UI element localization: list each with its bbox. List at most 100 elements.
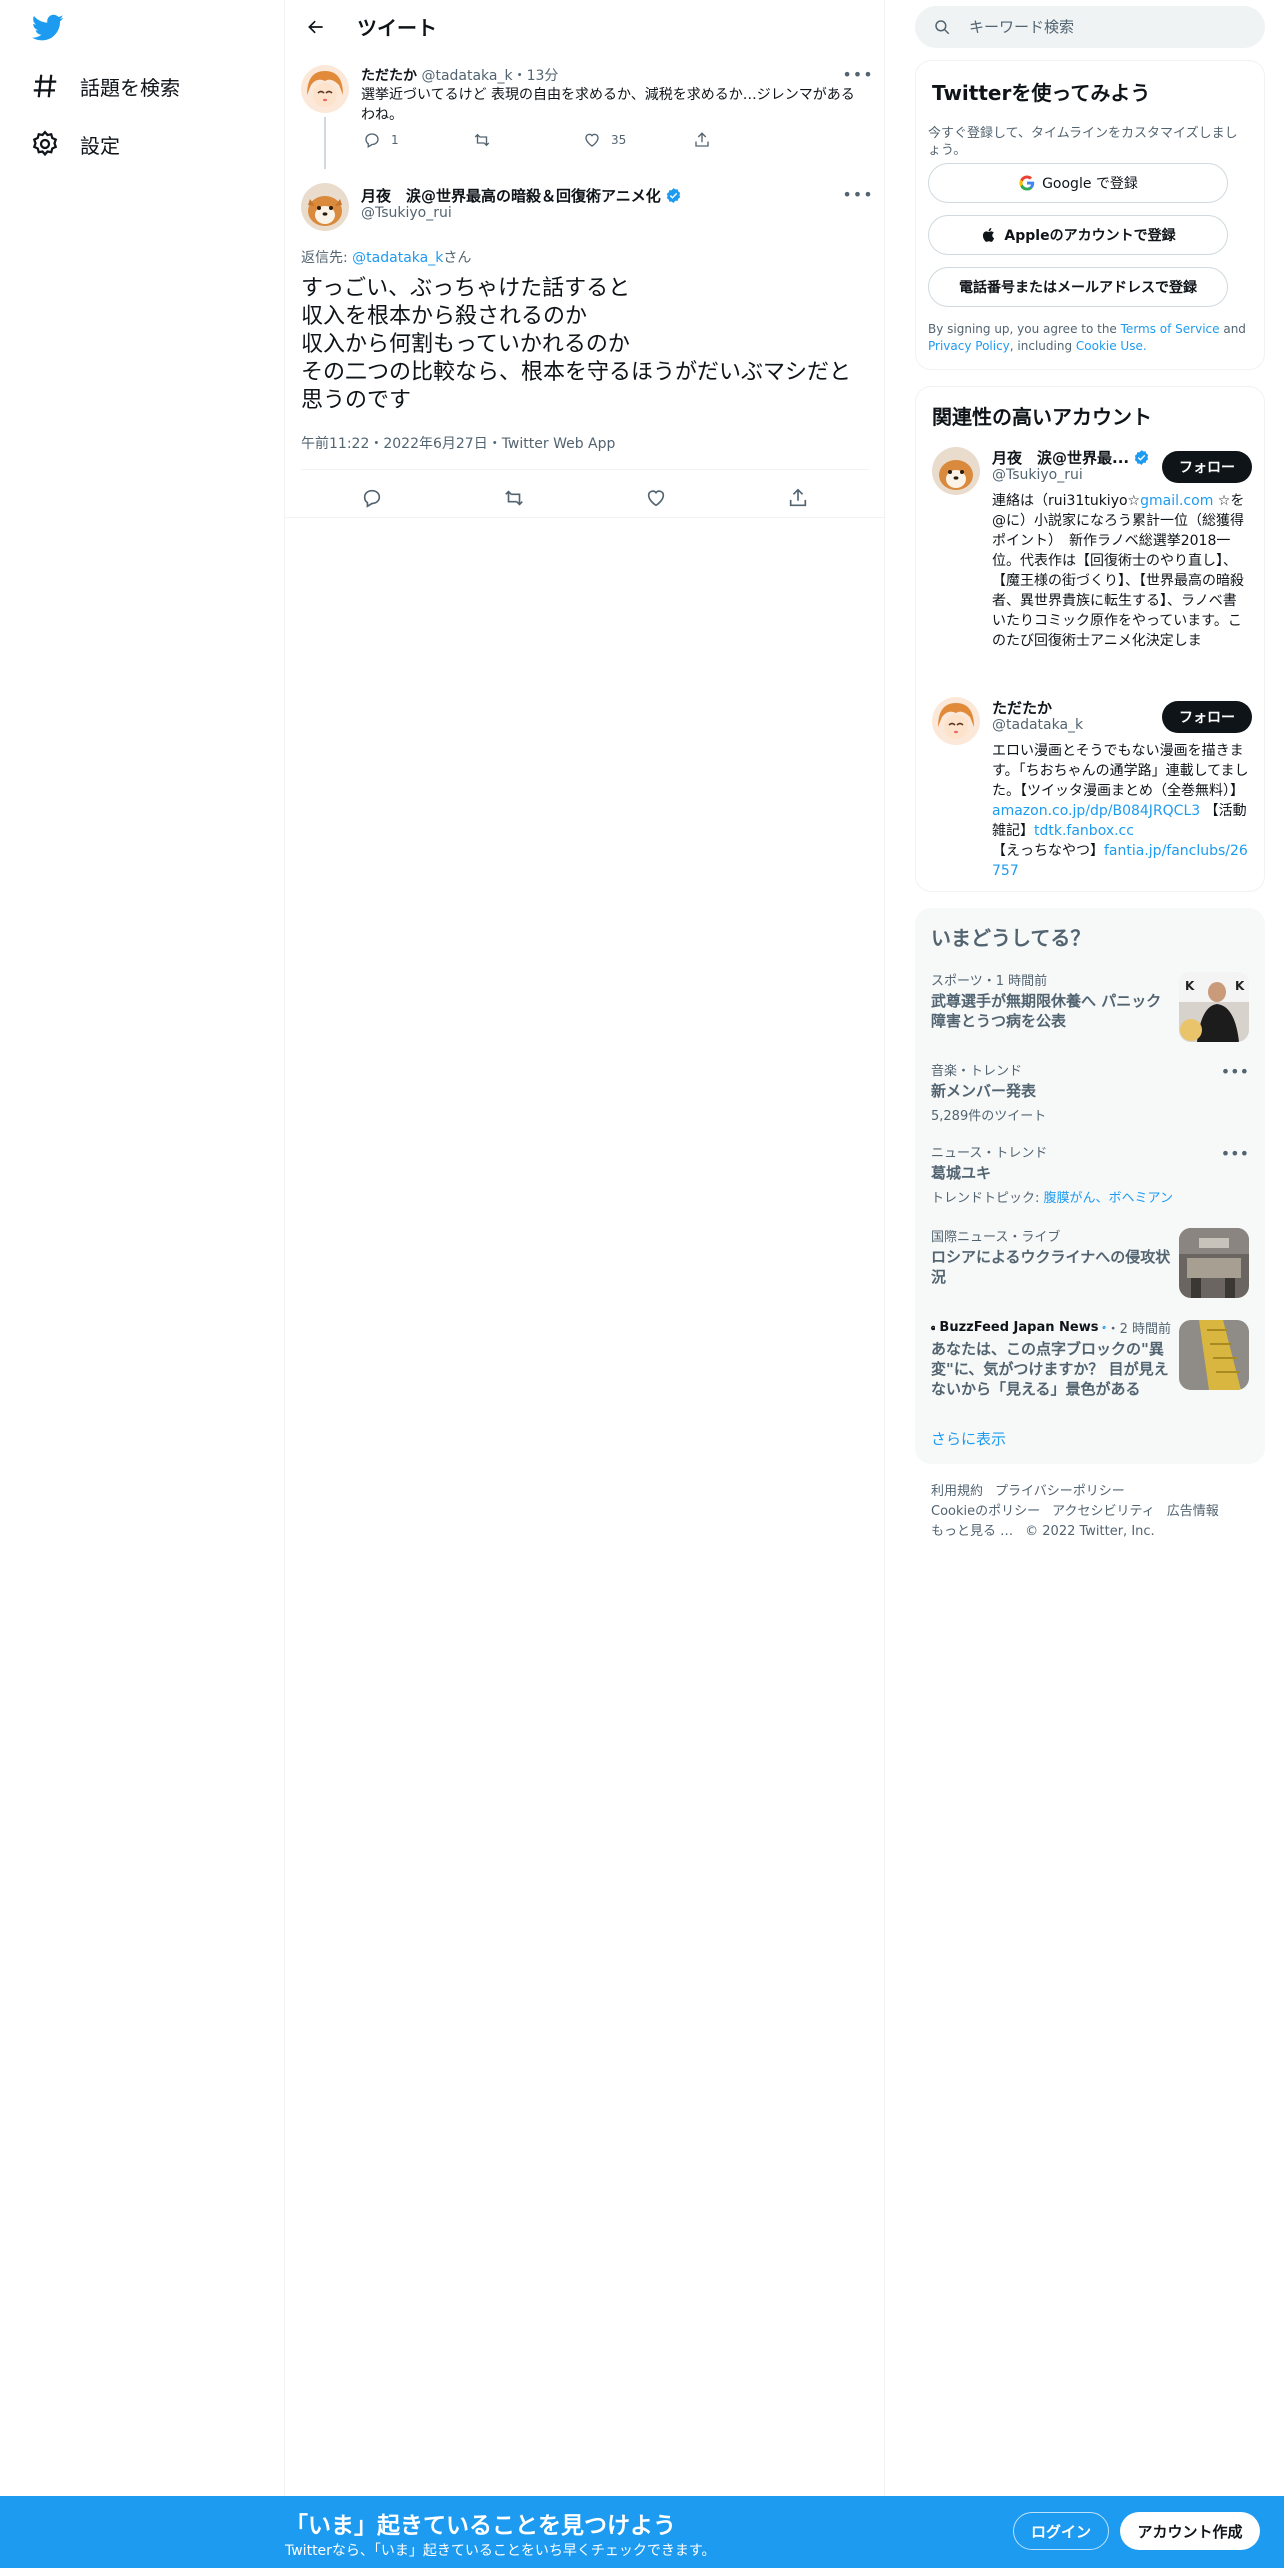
share-icon[interactable] [787, 487, 809, 509]
thread-line [324, 117, 326, 169]
privacy-link[interactable]: Privacy Policy [928, 339, 1010, 353]
account-item[interactable]: 月夜 涙@世界最... @Tsukiyo_rui フォロー 連絡は（rui31t… [932, 447, 1252, 677]
author-handle[interactable]: @Tsukiyo_rui [361, 205, 452, 221]
login-button[interactable]: ログイン [1013, 2512, 1109, 2550]
terms-and: and [1219, 322, 1246, 336]
footer-link-ads[interactable]: 広告情報 [1167, 1504, 1219, 1519]
trend-item[interactable]: 音楽・トレンド 新メンバー発表 5,289件のツイート ••• [931, 1060, 1249, 1126]
footer-link-privacy[interactable]: プライバシーポリシー [995, 1484, 1125, 1499]
avatar[interactable] [932, 447, 980, 495]
account-name[interactable]: ただたか [992, 697, 1052, 718]
retweet-icon[interactable] [503, 487, 525, 509]
trend-title: ロシアによるウクライナへの侵攻状況 [931, 1248, 1171, 1286]
search-input[interactable] [969, 18, 1229, 36]
apple-signup-button[interactable]: Appleのアカウントで登録 [928, 215, 1228, 255]
google-icon [1019, 175, 1035, 191]
reply-to-link[interactable]: @tadataka_k [352, 250, 443, 266]
phone-email-signup-label: 電話番号またはメールアドレスで登録 [959, 280, 1197, 296]
nav-settings[interactable]: 設定 [30, 116, 120, 172]
nav-explore-label: 話題を検索 [80, 75, 180, 100]
tweet-meta[interactable]: 午前11:22・2022年6月27日・Twitter Web App [301, 433, 615, 453]
tweet-text: すっごい、ぶっちゃけた話すると 収入を根本から殺されるのか 収入から何割もってい… [301, 275, 861, 415]
more-options-button[interactable]: ••• [842, 183, 872, 205]
more-options-button[interactable]: ••• [1221, 1062, 1249, 1081]
bottom-signup-bar: 「いま」起きていることを見つけよう Twitterなら、「いま」起きていることを… [0, 2496, 1284, 2568]
trend-topics: トレンドトピック: 腹膜がん、ボヘミアン [931, 1187, 1249, 1206]
trend-title: 葛城ユキ [931, 1164, 992, 1182]
terms-link[interactable]: Terms of Service [1121, 322, 1220, 336]
terms-text: By signing up, you agree to the Terms of… [928, 321, 1258, 355]
trend-title: 武尊選手が無期限休養へ パニック障害とうつ病を公表 [931, 992, 1162, 1030]
trends-card: いまどうしてる？ スポーツ・1 時間前 武尊選手が無期限休養へ パニック障害とう… [915, 908, 1265, 1464]
footer-link-more[interactable]: もっと見る … [931, 1524, 1013, 1539]
reply-icon[interactable] [361, 487, 383, 509]
more-options-button[interactable]: ••• [842, 63, 872, 85]
footer-link-terms[interactable]: 利用規約 [931, 1484, 983, 1499]
main-column: ツイート ただたか @tadataka_k・13分 ••• 選挙近づいてるけど … [285, 0, 885, 2496]
trend-context: スポーツ・1 時間前 [931, 974, 1048, 989]
reply-button[interactable]: 1 [355, 131, 465, 149]
bio-link[interactable]: gmail.com [1140, 493, 1213, 509]
account-item[interactable]: ただたか @tadataka_k フォロー エロい漫画とそうでもない漫画を描きま… [932, 697, 1252, 887]
signup-button[interactable]: アカウント作成 [1120, 2512, 1260, 2550]
reply-prefix: 返信先: [301, 250, 353, 266]
trend-item[interactable]: スポーツ・1 時間前 武尊選手が無期限休養へ パニック障害とうつ病を公表 KK [931, 970, 1249, 1042]
trend-item[interactable]: 国際ニュース・ライブ ロシアによるウクライナへの侵攻状況 [931, 1226, 1249, 1298]
like-button[interactable]: 35 [575, 131, 685, 149]
footer-link-accessibility[interactable]: アクセシビリティ [1052, 1504, 1155, 1519]
nav-explore[interactable]: 話題を検索 [30, 58, 180, 114]
avatar[interactable] [301, 65, 349, 113]
account-bio: エロい漫画とそうでもない漫画を描きます。「ちおちゃんの通学路」連載してました。【… [992, 741, 1250, 881]
related-accounts-card: 関連性の高いアカウント 月夜 涙@世界最... @Tsukiyo_rui フォロ… [915, 386, 1265, 892]
verified-badge-icon [1134, 450, 1149, 465]
author-name[interactable]: ただたか [361, 68, 417, 84]
back-button[interactable] [299, 10, 333, 44]
trend-context: 音楽・トレンド [931, 1064, 1023, 1079]
bio-text: エロい漫画とそうでもない漫画を描きます。「ちおちゃんの通学路」連載してました。【… [992, 743, 1249, 799]
cookie-link[interactable]: Cookie Use. [1076, 339, 1147, 353]
more-options-button[interactable]: ••• [1221, 1144, 1249, 1163]
buzzfeed-logo-icon [931, 1325, 936, 1330]
avatar[interactable] [301, 183, 349, 231]
trend-item[interactable]: ニュース・トレンド 葛城ユキ トレンドトピック: 腹膜がん、ボヘミアン ••• [931, 1142, 1249, 1208]
author-name[interactable]: 月夜 涙@世界最高の暗殺＆回復術アニメ化 [361, 185, 682, 206]
follow-button[interactable]: フォロー [1162, 701, 1252, 733]
related-title: 関連性の高いアカウント [932, 405, 1152, 429]
show-more-link[interactable]: さらに表示 [931, 1428, 1006, 1449]
tweet-time[interactable]: 13分 [527, 68, 559, 84]
topics-link[interactable]: 腹膜がん、ボヘミアン [1044, 1191, 1173, 1206]
twitter-logo-icon[interactable] [32, 14, 64, 42]
google-signup-button[interactable]: Google で登録 [928, 163, 1228, 203]
parent-tweet[interactable]: ただたか @tadataka_k・13分 ••• 選挙近づいてるけど 表現の自由… [285, 53, 885, 171]
follow-button[interactable]: フォロー [1162, 451, 1252, 483]
retweet-button[interactable] [465, 131, 575, 149]
trend-item[interactable]: BuzzFeed Japan News ・2 時間前 あなたは、この点字ブロック… [931, 1318, 1249, 1408]
trends-title: いまどうしてる？ [931, 926, 1091, 950]
trend-time: ・2 時間前 [1106, 1322, 1171, 1337]
heart-icon[interactable] [645, 487, 667, 509]
account-name[interactable]: 月夜 涙@世界最... [992, 447, 1150, 468]
bottom-bar-subtext: Twitterなら、「いま」起きていることをいち早くチェックできます。 [285, 2543, 716, 2559]
tweet-header: ただたか @tadataka_k・13分 [361, 65, 558, 85]
divider [285, 517, 885, 518]
arrow-left-icon [308, 20, 323, 33]
account-name-text: 月夜 涙@世界最... [992, 449, 1130, 467]
bio-text: 連絡は（rui31tukiyo☆ [992, 493, 1141, 509]
footer-copyright: © 2022 Twitter, Inc. [1025, 1524, 1155, 1539]
svg-text:K: K [1185, 979, 1195, 993]
heart-icon [585, 133, 599, 147]
bio-link[interactable]: amazon.co.jp/dp/B084JRQCL3 [992, 803, 1200, 819]
footer-link-cookie[interactable]: Cookieのポリシー [931, 1504, 1040, 1519]
reply-icon [365, 133, 379, 148]
avatar[interactable] [932, 697, 980, 745]
bio-text: 【えっちなやつ】 [992, 843, 1104, 859]
share-button[interactable] [685, 131, 795, 149]
bio-text: ☆を@に）小説家になろう累計一位（総獲得ポイント） 新作ラノベ総選挙2018一位… [992, 493, 1245, 649]
search-box[interactable] [915, 6, 1265, 48]
show-more-text[interactable]: さらに表示 [931, 1430, 1006, 1448]
bio-link[interactable]: tdtk.fanbox.cc [1034, 823, 1134, 839]
like-count: 35 [611, 133, 627, 147]
phone-email-signup-button[interactable]: 電話番号またはメールアドレスで登録 [928, 267, 1228, 307]
retweet-icon [474, 133, 490, 147]
author-handle[interactable]: @tadataka_k [421, 68, 512, 84]
